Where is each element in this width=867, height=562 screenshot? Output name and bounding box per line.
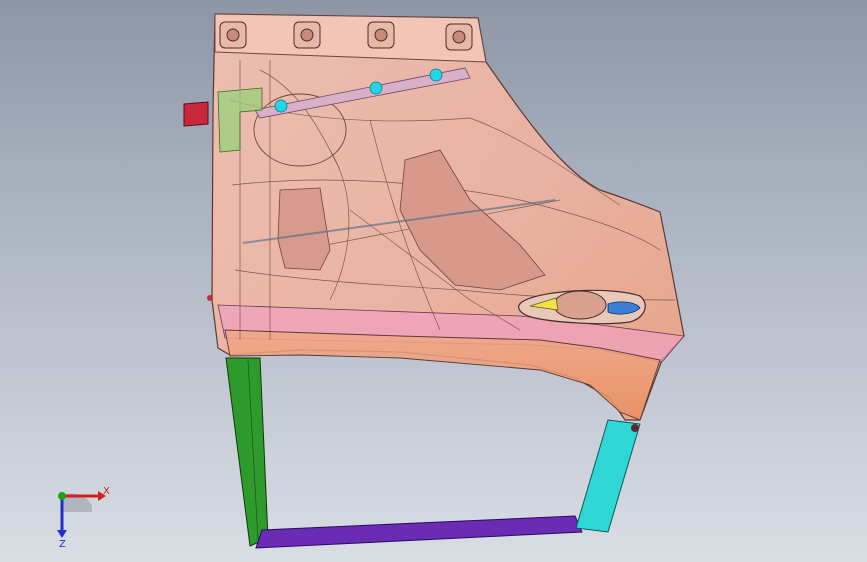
frame-right-bolt [631,424,639,432]
axis-triad: X Z [57,486,110,548]
check-link-tab [183,101,209,127]
frame-right-cyan [575,419,641,533]
door-model[interactable] [0,0,867,562]
x-axis-label: X [103,486,110,497]
z-axis-arrow-icon [57,530,67,538]
door-handle-cup [553,290,607,320]
graphics-viewport[interactable]: X Z [0,0,867,562]
frame-left-green [225,357,269,547]
pocket-cutout-left [277,187,331,271]
z-axis-label: Z [59,539,66,548]
y-axis-icon [58,492,66,500]
latch-pin [207,295,213,301]
frame-bottom-purple [255,515,583,549]
